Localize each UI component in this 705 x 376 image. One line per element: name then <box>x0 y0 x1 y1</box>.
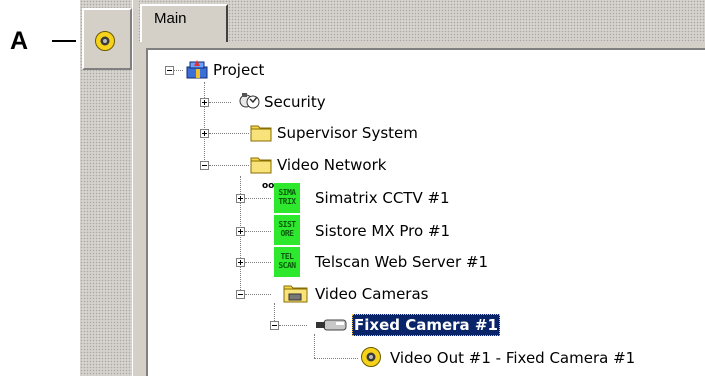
tree-connector <box>279 325 307 326</box>
camera-icon <box>314 315 348 339</box>
tree-node-simatrix-cctv[interactable]: Simatrix CCTV #1 <box>313 187 452 209</box>
tree-node-security[interactable]: Security <box>262 91 328 113</box>
collapse-project-toggle[interactable] <box>165 66 174 75</box>
tree-connector <box>173 70 183 71</box>
video-output-icon <box>94 30 116 56</box>
tree-node-sistore-mx-pro[interactable]: Sistore MX Pro #1 <box>313 220 452 242</box>
collapse-video-network-toggle[interactable] <box>200 161 209 170</box>
simatrix-icon: SIMA TRIX <box>274 183 300 213</box>
project-icon <box>185 58 211 84</box>
folder-icon <box>250 122 272 146</box>
security-icon <box>238 90 262 116</box>
tree-node-video-network[interactable]: Video Network <box>275 154 388 176</box>
tree-connector <box>209 102 231 103</box>
expand-security-toggle[interactable] <box>200 98 209 107</box>
collapse-video-cameras-toggle[interactable] <box>236 290 245 299</box>
expand-sistore-toggle[interactable] <box>236 227 245 236</box>
tree-connector <box>204 82 205 166</box>
video-output-icon <box>360 346 382 372</box>
tree-connector <box>209 133 249 134</box>
tree-node-telscan-web-server[interactable]: Telscan Web Server #1 <box>313 251 490 273</box>
callout-label: A <box>10 27 29 55</box>
tree-connector <box>209 165 249 166</box>
tree-connector <box>314 358 358 359</box>
expand-telscan-toggle[interactable] <box>236 258 245 267</box>
tree-connector <box>245 294 271 295</box>
tab-main[interactable]: Main <box>140 4 228 44</box>
video-output-button[interactable] <box>82 8 132 70</box>
tree-node-supervisor-system[interactable]: Supervisor System <box>275 122 420 144</box>
tree-node-video-out[interactable]: Video Out #1 - Fixed Camera #1 <box>388 347 637 369</box>
tree-connector <box>245 198 271 199</box>
telscan-icon: TEL SCAN <box>274 247 300 277</box>
tree-node-project[interactable]: Project <box>211 59 266 81</box>
expand-supervisor-toggle[interactable] <box>200 129 209 138</box>
link-icon: oo <box>262 181 275 191</box>
tree-connector <box>245 262 271 263</box>
sistore-icon: SIST ORE <box>274 215 300 245</box>
expand-simatrix-toggle[interactable] <box>236 194 245 203</box>
folder-icon <box>250 154 272 178</box>
tree-node-video-cameras[interactable]: Video Cameras <box>313 283 430 305</box>
tree-node-fixed-camera[interactable]: Fixed Camera #1 <box>352 314 500 336</box>
callout-line <box>52 40 76 42</box>
collapse-fixed-camera-toggle[interactable] <box>270 321 279 330</box>
camera-folder-icon <box>283 282 309 308</box>
tree-connector <box>245 231 271 232</box>
